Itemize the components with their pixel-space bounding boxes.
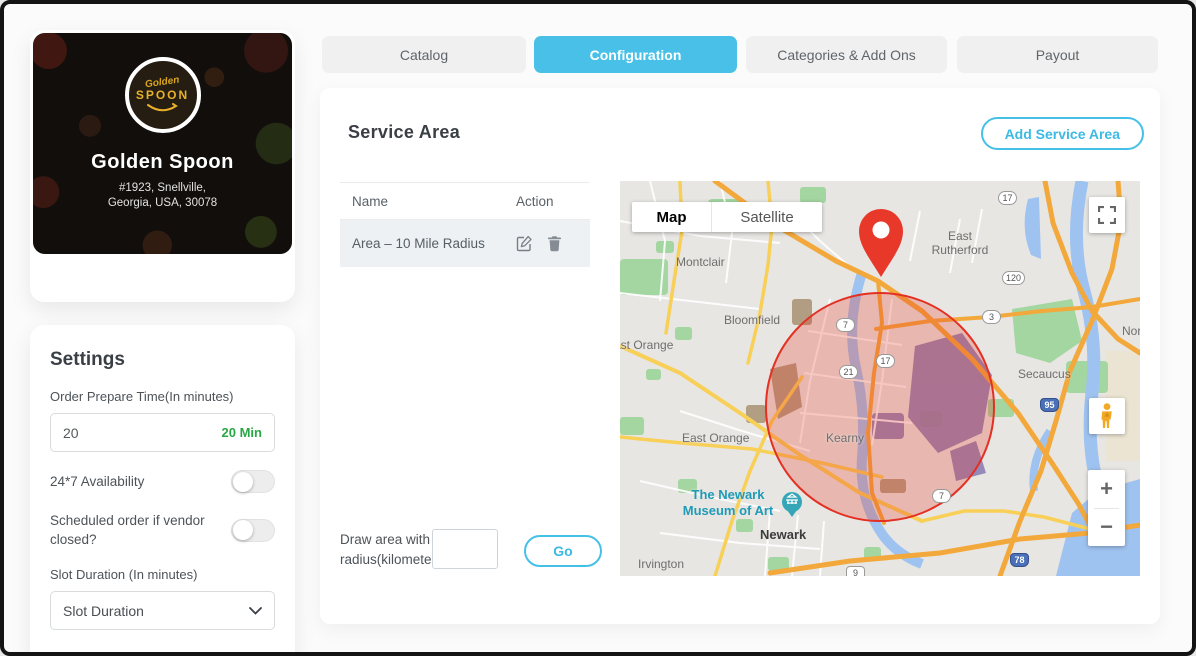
tab-payout[interactable]: Payout xyxy=(957,36,1158,73)
go-button[interactable]: Go xyxy=(524,535,602,567)
zoom-out-button[interactable]: − xyxy=(1088,509,1125,547)
tab-catalog[interactable]: Catalog xyxy=(322,36,526,73)
fullscreen-button[interactable] xyxy=(1089,197,1125,233)
order-prepare-label: Order Prepare Time(In minutes) xyxy=(50,389,275,404)
map-canvas[interactable] xyxy=(620,181,1140,576)
map-type-control: Map Satellite xyxy=(632,202,822,232)
toggle-knob xyxy=(233,472,253,492)
order-prepare-badge: 20 Min xyxy=(222,425,262,440)
route-badge-i95: 95 xyxy=(1040,398,1059,412)
slot-duration-value: Slot Duration xyxy=(63,603,144,619)
route-badge-7a: 7 xyxy=(836,318,855,332)
spoon-swoosh-icon xyxy=(146,103,180,113)
route-badge-17b: 17 xyxy=(876,354,895,368)
delete-area-button[interactable] xyxy=(547,235,562,252)
route-badge-17: 17 xyxy=(998,191,1017,205)
vendor-cover-photo: Golden SPOON Golden Spoon #1923, Snellvi… xyxy=(33,33,292,254)
route-badge-us9: 9 xyxy=(846,566,865,576)
vendor-logo: Golden SPOON xyxy=(125,57,201,133)
column-header-name: Name xyxy=(340,194,516,209)
tab-categories-addons[interactable]: Categories & Add Ons xyxy=(746,36,947,73)
route-badge-21: 21 xyxy=(839,365,858,379)
map-type-map-button[interactable]: Map xyxy=(632,202,712,232)
zoom-in-button[interactable]: + xyxy=(1088,470,1125,508)
vendor-card: Golden SPOON Golden Spoon #1923, Snellvi… xyxy=(30,30,295,302)
service-radius-circle xyxy=(766,293,994,521)
pegman-icon xyxy=(1099,403,1115,429)
trash-icon xyxy=(547,235,562,252)
availability-label: 24*7 Availability xyxy=(50,472,144,491)
map-type-satellite-button[interactable]: Satellite xyxy=(712,202,822,232)
settings-panel: Settings Order Prepare Time(In minutes) … xyxy=(30,325,295,656)
slot-duration-label: Slot Duration (In minutes) xyxy=(50,567,275,582)
radius-input[interactable] xyxy=(432,529,498,569)
draw-radius-label: Draw area with radius(kilometer) xyxy=(340,530,436,570)
configuration-panel: Service Area Add Service Area Name Actio… xyxy=(320,88,1160,624)
area-name: Area – 10 Mile Radius xyxy=(340,236,516,251)
route-badge-120: 120 xyxy=(1002,271,1025,285)
vendor-address-line2: Georgia, USA, 30078 xyxy=(33,196,292,211)
edit-area-button[interactable] xyxy=(516,235,533,252)
edit-icon xyxy=(516,235,533,252)
slot-duration-select[interactable]: Slot Duration xyxy=(50,591,275,630)
vendor-logo-word: SPOON xyxy=(136,88,189,102)
table-header: Name Action xyxy=(340,182,590,220)
route-badge-7b: 7 xyxy=(932,489,951,503)
vendor-name: Golden Spoon xyxy=(33,151,292,174)
route-badge-i78: 78 xyxy=(1010,553,1029,567)
service-area-table: Name Action Area – 10 Mile Radius xyxy=(340,182,590,267)
vendor-address-line1: #1923, Snellville, xyxy=(33,181,292,196)
order-prepare-value: 20 xyxy=(63,425,222,441)
service-area-title: Service Area xyxy=(348,122,460,143)
order-prepare-input[interactable]: 20 20 Min xyxy=(50,413,275,452)
vendor-address: #1923, Snellville, Georgia, USA, 30078 xyxy=(33,181,292,211)
toggle-knob xyxy=(233,520,253,540)
app-window: Golden SPOON Golden Spoon #1923, Snellvi… xyxy=(0,0,1196,656)
scheduled-order-label: Scheduled order if vendor closed? xyxy=(50,511,230,549)
add-service-area-button[interactable]: Add Service Area xyxy=(981,117,1144,150)
table-row: Area – 10 Mile Radius xyxy=(340,220,590,267)
scheduled-order-toggle[interactable] xyxy=(231,519,275,542)
zoom-control: + − xyxy=(1088,470,1125,546)
availability-toggle[interactable] xyxy=(231,470,275,493)
chevron-down-icon xyxy=(249,607,262,615)
map-container[interactable]: Montclair East Rutherford Bloomfield Eas… xyxy=(620,181,1140,576)
tab-configuration[interactable]: Configuration xyxy=(534,36,737,73)
route-badge-3: 3 xyxy=(982,310,1001,324)
pegman-button[interactable] xyxy=(1089,398,1125,434)
settings-title: Settings xyxy=(50,349,275,371)
column-header-action: Action xyxy=(516,194,590,209)
fullscreen-icon xyxy=(1098,206,1116,224)
